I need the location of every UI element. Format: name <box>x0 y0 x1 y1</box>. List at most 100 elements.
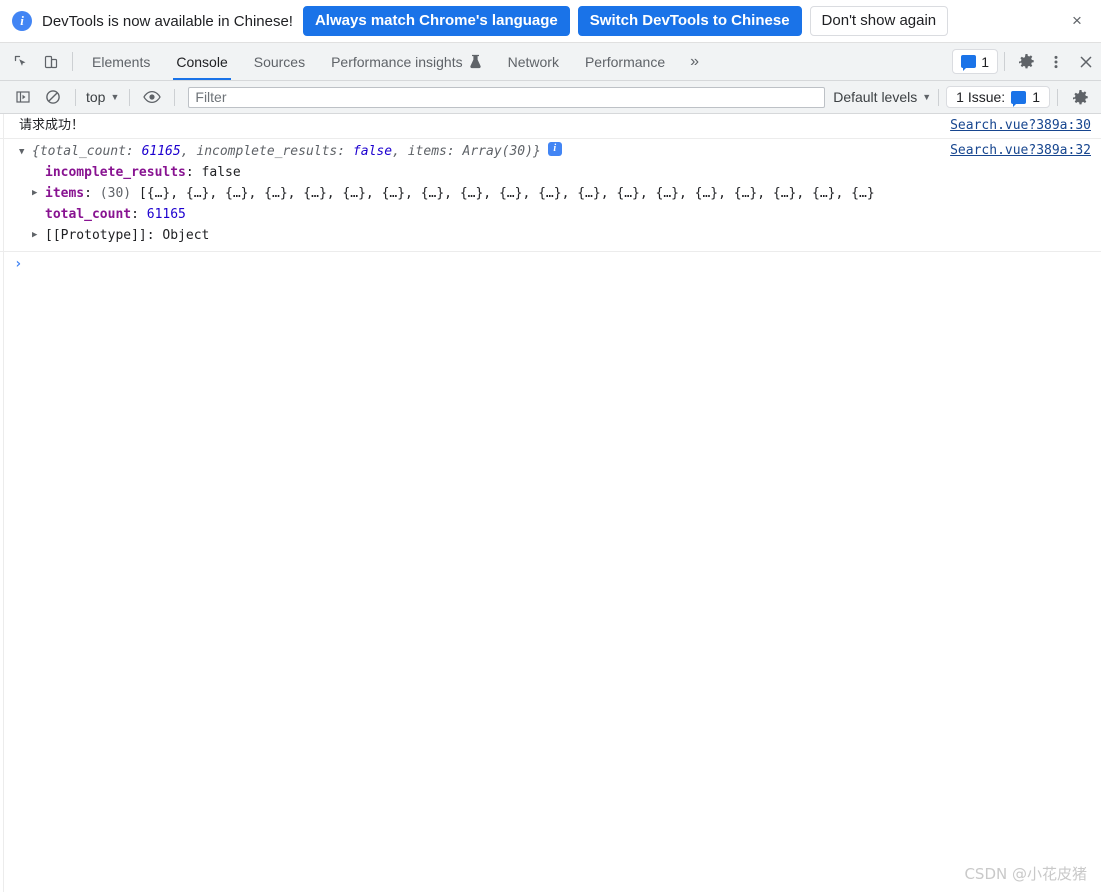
object-prototype-row[interactable]: ▶ [[Prototype]]: Object <box>32 225 1091 246</box>
property-value: 61165 <box>146 207 186 222</box>
gear-icon[interactable] <box>1011 43 1041 80</box>
toolbar-divider-4 <box>938 88 940 106</box>
object-property-row[interactable]: ▶ items: (30) [{…}, {…}, {…}, {…}, {…}, … <box>32 183 1091 204</box>
object-preview-line[interactable]: ▼ {total_count: 61165, incomplete_result… <box>19 142 950 162</box>
expand-triangle-icon[interactable]: ▶ <box>32 183 45 204</box>
property-key: incomplete_results <box>45 165 186 180</box>
source-link[interactable]: Search.vue?389a:32 <box>950 142 1091 160</box>
kebab-menu-icon[interactable] <box>1041 43 1071 80</box>
expand-triangle-icon[interactable]: ▼ <box>19 142 32 162</box>
preview-value-1: false <box>352 144 393 159</box>
console-sidebar-icon[interactable] <box>8 84 38 110</box>
issues-label: 1 Issue: <box>956 89 1006 105</box>
console-message-list[interactable]: 请求成功！ Search.vue?389a:30 Search.vue?389a… <box>0 114 1101 892</box>
live-expression-eye-icon[interactable] <box>137 84 167 110</box>
console-message-row[interactable]: 请求成功！ Search.vue?389a:30 <box>0 114 1101 139</box>
gear-icon[interactable] <box>1065 84 1095 110</box>
close-devtools-icon[interactable] <box>1071 43 1101 80</box>
tab-console[interactable]: Console <box>163 43 240 80</box>
preview-after-0: , <box>180 144 197 159</box>
filter-input[interactable] <box>188 86 826 108</box>
preview-value-2: Array(30) <box>462 144 533 159</box>
preview-sep-0: : <box>125 144 142 159</box>
preview-key-0: total_count <box>39 144 126 159</box>
tab-network[interactable]: Network <box>495 43 572 80</box>
tab-label: Console <box>176 53 228 70</box>
toolbar-divider-2 <box>129 88 131 106</box>
console-object-row[interactable]: Search.vue?389a:32 ▼ {total_count: 61165… <box>0 139 1101 252</box>
issues-counter-button[interactable]: 1 <box>952 49 998 74</box>
tab-performance-insights[interactable]: Performance insights <box>318 43 495 80</box>
property-sep: : <box>185 165 202 180</box>
property-content: total_count: 61165 <box>45 204 186 225</box>
execution-context-label: top <box>86 89 106 105</box>
tabbar-divider-2 <box>1004 52 1005 71</box>
preview-open-brace: { <box>32 144 40 159</box>
tab-label: Performance insights <box>331 53 463 70</box>
property-content: incomplete_results: false <box>45 162 241 183</box>
property-count: (30) <box>99 186 132 201</box>
property-key: total_count <box>45 207 132 222</box>
preview-key-1: incomplete_results <box>196 144 338 159</box>
console-message-text: 请求成功！ <box>19 118 85 133</box>
flask-icon <box>469 54 482 69</box>
devtools-tab-bar: Elements Console Sources Performance ins… <box>0 43 1101 81</box>
chevron-down-icon: ▼ <box>922 92 932 102</box>
preview-sep-1: : <box>337 144 353 159</box>
inspect-element-icon[interactable] <box>6 43 36 80</box>
log-levels-label: Default levels <box>833 89 918 105</box>
property-sep: : <box>131 207 147 222</box>
preview-key-2: items <box>407 144 447 159</box>
property-content: items: (30) [{…}, {…}, {…}, {…}, {…}, {…… <box>45 183 875 204</box>
prompt-chevron-icon: › <box>14 256 23 272</box>
toolbar-divider-3 <box>174 88 176 106</box>
tab-label: Elements <box>92 53 151 70</box>
info-icon[interactable]: i <box>547 142 562 156</box>
object-property-row[interactable]: ▶ incomplete_results: false <box>32 162 1091 183</box>
property-sep: : <box>84 186 100 201</box>
switch-devtools-to-chinese-button[interactable]: Switch DevTools to Chinese <box>577 6 802 36</box>
source-link[interactable]: Search.vue?389a:30 <box>950 117 1091 135</box>
execution-context-dropdown[interactable]: top ▼ <box>83 89 122 105</box>
close-icon[interactable]: × <box>1063 7 1091 35</box>
tab-label: Sources <box>253 53 306 70</box>
preview-sep-2: : <box>446 144 463 159</box>
preview-value-0: 61165 <box>141 144 181 159</box>
message-badge-icon <box>961 55 977 71</box>
tab-elements[interactable]: Elements <box>79 43 163 80</box>
device-toolbar-icon[interactable] <box>36 43 66 80</box>
toolbar-divider-1 <box>75 88 76 106</box>
console-toolbar: top ▼ Default levels ▼ 1 Issue: 1 <box>0 81 1101 114</box>
property-value: false <box>201 165 241 180</box>
always-match-chrome-language-button[interactable]: Always match Chrome's language <box>302 6 570 36</box>
toolbar-divider-5 <box>1057 88 1058 106</box>
preview-after-1: , <box>392 144 408 159</box>
devtools-language-notification: i DevTools is now available in Chinese! … <box>0 0 1101 43</box>
message-badge-icon <box>1011 90 1027 107</box>
more-tabs-icon[interactable]: » <box>678 43 711 80</box>
object-children-list: ▶ incomplete_results: false ▶ items: (30… <box>19 162 1091 246</box>
issues-button[interactable]: 1 Issue: 1 <box>946 86 1050 108</box>
tab-sources[interactable]: Sources <box>241 43 318 80</box>
tab-label: Network <box>507 53 559 70</box>
tabbar-spacer <box>711 43 952 80</box>
property-key: items <box>45 186 85 201</box>
tab-performance[interactable]: Performance <box>572 43 678 80</box>
tabbar-divider <box>72 52 73 71</box>
clear-console-icon[interactable] <box>38 84 68 110</box>
preview-close-brace: } <box>532 144 541 159</box>
issues-count: 1 <box>981 53 989 70</box>
expand-triangle-icon: ▶ <box>32 162 45 183</box>
issues-count: 1 <box>1032 89 1040 105</box>
object-property-row[interactable]: ▶ total_count: 61165 <box>32 204 1091 225</box>
console-prompt[interactable]: › <box>0 252 1101 276</box>
expand-triangle-icon: ▶ <box>32 204 45 225</box>
log-levels-dropdown[interactable]: Default levels ▼ <box>833 89 931 105</box>
dont-show-again-button[interactable]: Don't show again <box>809 6 949 36</box>
notification-message: DevTools is now available in Chinese! <box>42 12 293 30</box>
watermark: CSDN @小花皮猪 <box>964 865 1087 883</box>
expand-triangle-icon[interactable]: ▶ <box>32 225 45 246</box>
object-preview-text: {total_count: 61165, incomplete_results:… <box>32 142 541 162</box>
tab-label: Performance <box>584 53 666 70</box>
property-value: [{…}, {…}, {…}, {…}, {…}, {…}, {…}, {…},… <box>138 186 875 201</box>
